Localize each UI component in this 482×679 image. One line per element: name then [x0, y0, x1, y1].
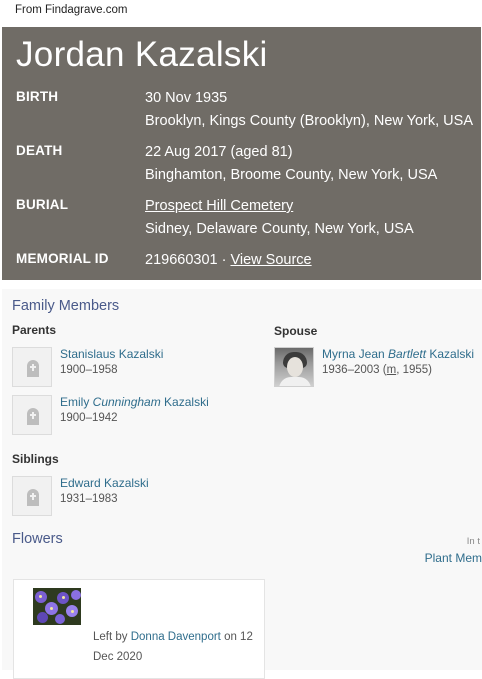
memorial-id-value: 219660301 ·: [145, 252, 231, 268]
placeholder-photo-icon: [12, 347, 52, 387]
cemetery-link[interactable]: Prospect Hill Cemetery: [145, 198, 293, 214]
parent-dates: 1900–1942: [60, 412, 118, 424]
plant-memorial-link[interactable]: Plant Mem: [425, 551, 482, 565]
birth-label: BIRTH: [16, 89, 59, 104]
view-source-link[interactable]: View Source: [230, 252, 311, 268]
flower-card[interactable]: Left by Donna Davenport on 12 Dec 2020: [13, 579, 265, 679]
flowers-note-fragment: In t: [466, 536, 480, 547]
death-place: Binghamton, Broome County, New York, USA: [145, 167, 438, 183]
parents-label: Parents: [12, 323, 57, 337]
death-label: DEATH: [16, 143, 63, 158]
family-members-heading: Family Members: [12, 298, 120, 314]
spouse-card[interactable]: Myrna Jean Bartlett Kazalski 1936–2003 (…: [274, 347, 479, 387]
spouse-photo: [274, 347, 314, 387]
memorial-id-label: MEMORIAL ID: [16, 251, 109, 266]
sibling-dates: 1931–1983: [60, 493, 118, 505]
memorial-name: Jordan Kazalski: [16, 35, 268, 74]
parent-card[interactable]: Stanislaus Kazalski 1900–1958: [12, 347, 232, 387]
placeholder-photo-icon: [12, 395, 52, 435]
burial-label: BURIAL: [16, 197, 69, 212]
left-by-text: Left by Donna Davenport on 12 Dec 2020: [93, 631, 253, 663]
family-section: Family Members Parents Spouse Stanislaus…: [2, 289, 482, 679]
siblings-label: Siblings: [12, 452, 59, 466]
death-date: 22 Aug 2017 (aged 81): [145, 144, 293, 160]
spouse-name[interactable]: Myrna Jean Bartlett Kazalski: [322, 347, 474, 361]
spouse-label: Spouse: [274, 324, 318, 338]
spouse-dates: 1936–2003 (m, 1955): [322, 364, 432, 376]
sibling-name[interactable]: Edward Kazalski: [60, 476, 149, 490]
sibling-card[interactable]: Edward Kazalski 1931–1983: [12, 476, 232, 516]
parent-name[interactable]: Emily Cunningham Kazalski: [60, 395, 209, 409]
memorial-header: Jordan Kazalski BIRTH 30 Nov 1935 Brookl…: [2, 27, 481, 280]
left-by-name-link[interactable]: Donna Davenport: [131, 631, 221, 643]
birth-place: Brooklyn, Kings County (Brooklyn), New Y…: [145, 113, 473, 129]
birth-date: 30 Nov 1935: [145, 90, 228, 106]
placeholder-photo-icon: [12, 476, 52, 516]
parent-name[interactable]: Stanislaus Kazalski: [60, 347, 163, 361]
flowers-heading: Flowers: [12, 531, 63, 547]
parent-dates: 1900–1958: [60, 364, 118, 376]
burial-place: Sidney, Delaware County, New York, USA: [145, 221, 414, 237]
parent-card[interactable]: Emily Cunningham Kazalski 1900–1942: [12, 395, 232, 435]
flower-image: [33, 588, 81, 625]
source-note: From Findagrave.com: [15, 4, 128, 16]
